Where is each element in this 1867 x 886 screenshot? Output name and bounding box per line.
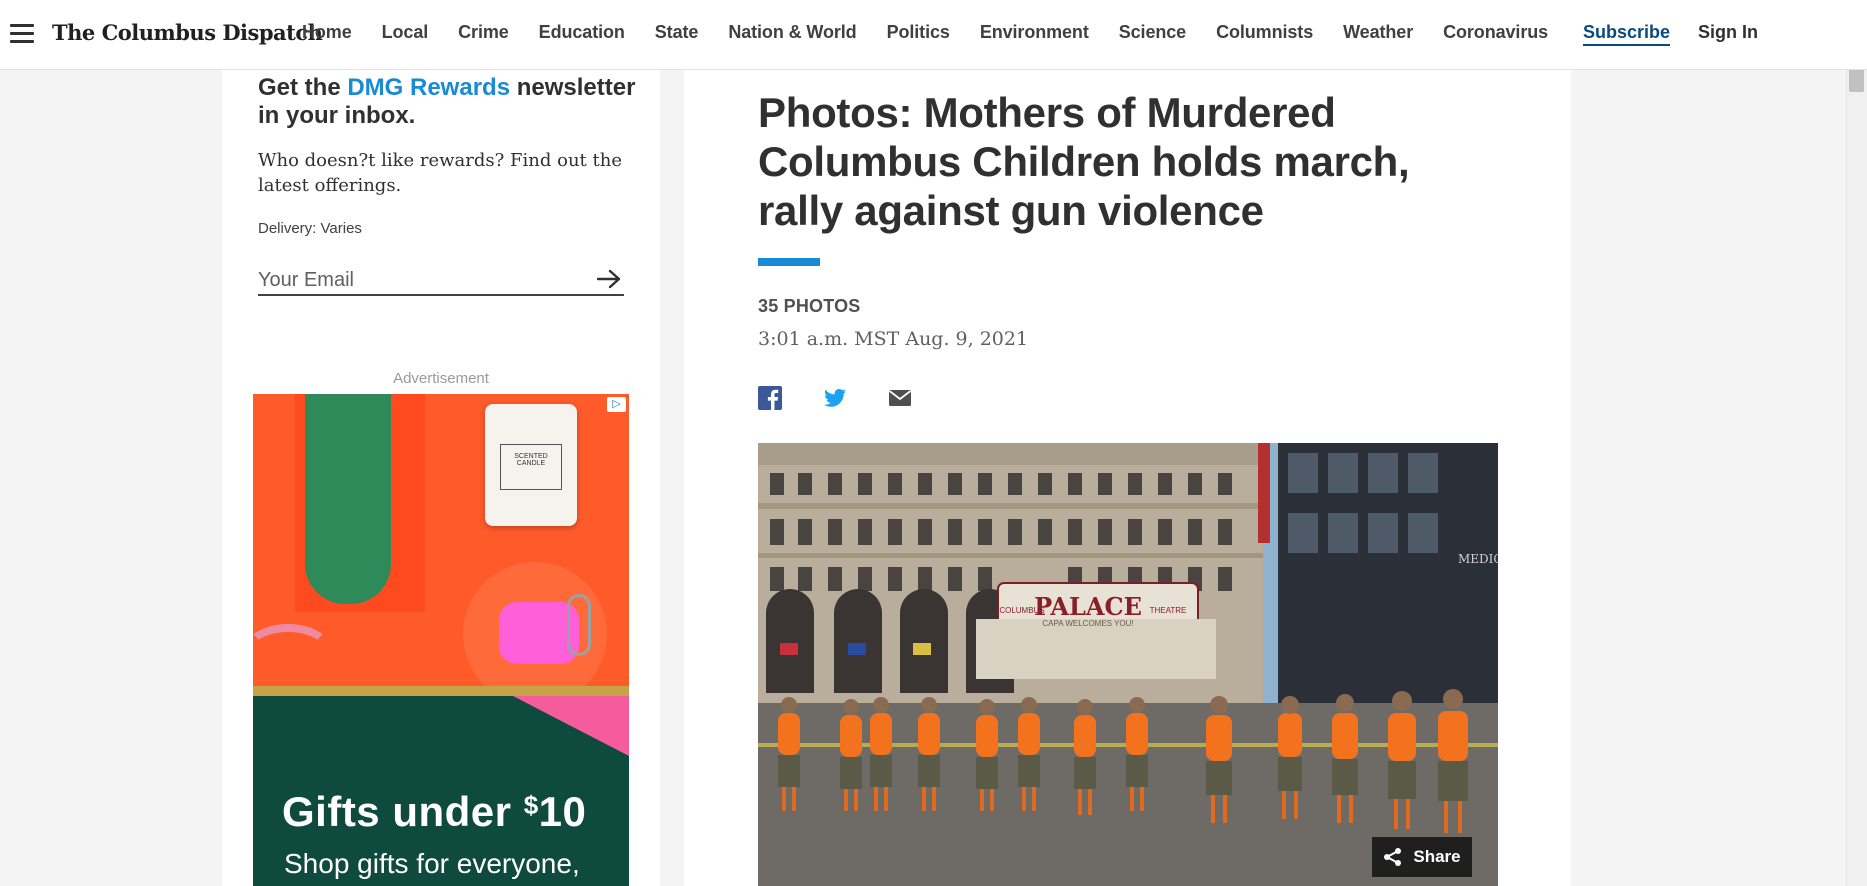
photo-count: 35 PHOTOS xyxy=(758,296,861,316)
article-timestamp: 3:01 a.m. MST Aug. 9, 2021 xyxy=(758,328,1029,350)
nav-item-environment[interactable]: Environment xyxy=(980,22,1089,43)
subscribe-link[interactable]: Subscribe xyxy=(1583,22,1671,46)
share-button-label: Share xyxy=(1413,847,1461,866)
ad-headline-amount: 10 xyxy=(538,788,587,835)
sidebar: Get the DMG Rewards newsletter in your i… xyxy=(222,70,660,886)
newsletter-delivery: Delivery: Varies xyxy=(258,220,362,237)
building-sign-text: MEDIC xyxy=(1458,552,1498,566)
email-input[interactable] xyxy=(258,266,578,294)
advertisement-label: Advertisement xyxy=(393,370,489,387)
nav-item-columnists[interactable]: Columnists xyxy=(1216,22,1313,43)
ad-headline-text: Gifts under xyxy=(282,788,524,835)
ad-subline: Shop gifts for everyone, xyxy=(284,848,580,879)
main-nav: Home Local Crime Education State Nation … xyxy=(302,22,1578,43)
nav-item-science[interactable]: Science xyxy=(1119,22,1186,43)
nav-item-home[interactable]: Home xyxy=(302,22,352,43)
ad-candle: SCENTED CANDLE xyxy=(485,404,577,526)
facebook-icon[interactable] xyxy=(758,386,782,410)
ad-gold-stripe xyxy=(253,686,629,696)
top-navigation: The Columbus Dispatch Home Local Crime E… xyxy=(0,0,1867,70)
ad-sleep-mask xyxy=(305,394,391,604)
newsletter-form xyxy=(258,266,624,296)
sign-in-link[interactable]: Sign In xyxy=(1698,22,1758,43)
ad-product-area: SCENTED CANDLE xyxy=(253,394,629,706)
marquee-left-text: COLUMBUS xyxy=(999,606,1044,615)
nav-item-education[interactable]: Education xyxy=(539,22,625,43)
ad-choices-icon[interactable]: ▷ xyxy=(607,397,626,412)
ad-ribbon xyxy=(253,624,333,680)
share-icon xyxy=(1384,848,1402,866)
article-headline: Photos: Mothers of Murdered Columbus Chi… xyxy=(758,89,1410,234)
nav-item-weather[interactable]: Weather xyxy=(1343,22,1413,43)
marquee-right-text: THEATRE xyxy=(1150,606,1187,615)
gallery-photo[interactable]: PALACE COLUMBUS THEATRE CAPA WELCOMES YO… xyxy=(758,443,1498,886)
twitter-icon[interactable] xyxy=(823,386,847,410)
newsletter-title-prefix: Get the xyxy=(258,74,348,101)
nav-item-nation-world[interactable]: Nation & World xyxy=(728,22,856,43)
ad-pink-corner xyxy=(513,696,629,756)
menu-icon[interactable] xyxy=(10,24,34,44)
nav-item-coronavirus[interactable]: Coronavirus xyxy=(1443,22,1548,43)
marquee-sub-text: CAPA WELCOMES YOU! xyxy=(1042,619,1133,628)
ad-headline: Gifts under $10 xyxy=(282,788,586,836)
nav-item-state[interactable]: State xyxy=(655,22,699,43)
arrow-right-icon[interactable] xyxy=(596,268,622,290)
newsletter-title-accent[interactable]: DMG Rewards xyxy=(347,74,510,101)
share-icons xyxy=(758,386,912,410)
ad-candle-label: SCENTED CANDLE xyxy=(500,444,562,490)
headline-accent-bar xyxy=(758,258,820,266)
photo-scene: PALACE COLUMBUS THEATRE CAPA WELCOMES YO… xyxy=(758,443,1498,886)
email-icon[interactable] xyxy=(888,386,912,410)
ad-headline-currency: $ xyxy=(523,790,539,820)
advertisement-banner[interactable]: SCENTED CANDLE ▷ Gifts under $10 Shop gi… xyxy=(253,394,629,886)
newsletter-title: Get the DMG Rewards newsletter in your i… xyxy=(258,74,638,130)
share-button[interactable]: Share xyxy=(1372,837,1472,877)
article: Photos: Mothers of Murdered Columbus Chi… xyxy=(684,70,1571,886)
scrollbar-track[interactable] xyxy=(1846,0,1867,886)
nav-item-local[interactable]: Local xyxy=(382,22,429,43)
site-logo[interactable]: The Columbus Dispatch xyxy=(52,20,323,45)
newsletter-description: Who doesn?t like rewards? Find out the l… xyxy=(258,150,622,196)
nav-item-crime[interactable]: Crime xyxy=(458,22,509,43)
nav-item-politics[interactable]: Politics xyxy=(887,22,950,43)
ad-carabiner xyxy=(567,594,591,656)
marquee-text: PALACE xyxy=(1034,592,1142,621)
